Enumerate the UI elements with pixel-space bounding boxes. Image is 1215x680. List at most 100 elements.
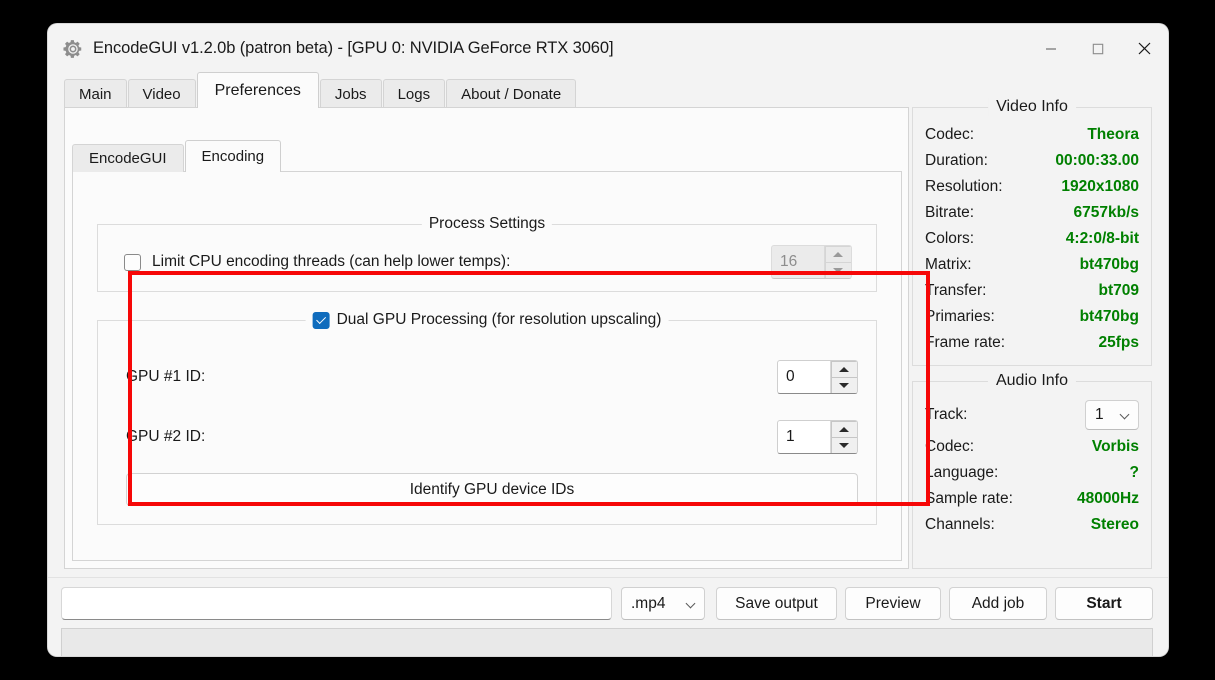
sub-tab-bar: EncodeGUI Encoding	[72, 140, 282, 172]
gpu1-id-arrows	[830, 361, 857, 393]
maximize-icon	[1092, 43, 1103, 54]
gpu2-id-value: 1	[786, 428, 795, 445]
chevron-down-icon	[687, 599, 697, 609]
table-row: Duration: 00:00:33.00	[925, 148, 1139, 174]
chevron-down-icon	[839, 442, 849, 448]
output-path-input[interactable]	[61, 587, 612, 620]
identify-gpu-button[interactable]: Identify GPU device IDs	[126, 473, 858, 506]
application-window: EncodeGUI v1.2.0b (patron beta) - [GPU 0…	[48, 24, 1168, 656]
tab-jobs[interactable]: Jobs	[319, 79, 382, 108]
chevron-down-icon	[839, 382, 849, 388]
audio-track-value: 1	[1095, 406, 1104, 423]
video-info-table: Codec: Theora Duration: 00:00:33.00 Reso…	[925, 122, 1139, 356]
video-transfer-label: Transfer:	[925, 282, 987, 299]
chevron-down-icon	[1121, 410, 1131, 420]
status-bar	[61, 628, 1153, 656]
table-row: Codec: Vorbis	[925, 434, 1139, 460]
table-row: Sample rate: 48000Hz	[925, 486, 1139, 512]
minimize-icon	[1045, 47, 1056, 50]
save-output-button[interactable]: Save output	[716, 587, 837, 620]
gpu2-id-arrows	[830, 421, 857, 453]
subtab-encoding[interactable]: Encoding	[184, 140, 282, 172]
start-button[interactable]: Start	[1055, 587, 1153, 620]
video-bitrate-value: 6757kb/s	[1073, 204, 1140, 221]
audio-language-label: Language:	[925, 464, 999, 481]
audio-samplerate-label: Sample rate:	[925, 490, 1013, 507]
video-info-panel: Video Info Codec: Theora Duration: 00:00…	[912, 98, 1152, 366]
video-matrix-value: bt470bg	[1079, 256, 1139, 273]
preferences-tab-panel: EncodeGUI Encoding Process Settings Limi…	[64, 107, 909, 569]
video-bitrate-label: Bitrate:	[925, 204, 975, 221]
audio-track-select[interactable]: 1	[1085, 400, 1139, 430]
audio-samplerate-value: 48000Hz	[1076, 490, 1139, 507]
gpu1-id-increment[interactable]	[830, 361, 857, 378]
preview-button[interactable]: Preview	[845, 587, 941, 620]
maximize-button[interactable]	[1074, 24, 1121, 73]
table-row: Language: ?	[925, 460, 1139, 486]
gpu1-label: GPU #1 ID:	[126, 368, 206, 385]
audio-info-legend: Audio Info	[987, 372, 1077, 390]
audio-track-row: Track: 1	[925, 396, 1139, 434]
main-tab-bar: Main Video Preferences Jobs Logs About /…	[64, 72, 577, 108]
limit-threads-label: Limit CPU encoding threads (can help low…	[152, 253, 511, 270]
table-row: Matrix: bt470bg	[925, 252, 1139, 278]
table-row: Colors: 4:2:0/8-bit	[925, 226, 1139, 252]
video-resolution-label: Resolution:	[925, 178, 1003, 195]
table-row: Frame rate: 25fps	[925, 330, 1139, 356]
audio-info-panel: Audio Info Track: 1 Codec: Vorbis Langua…	[912, 372, 1152, 569]
dual-gpu-checkbox[interactable]	[312, 311, 330, 329]
gpu1-id-value: 0	[786, 368, 795, 385]
video-colors-value: 4:2:0/8-bit	[1065, 230, 1139, 247]
gpu2-row: GPU #2 ID: 1	[126, 420, 858, 454]
gpu2-id-decrement[interactable]	[830, 436, 857, 453]
thread-count-increment[interactable]	[824, 246, 851, 263]
gpu1-row: GPU #1 ID: 0	[126, 360, 858, 394]
audio-channels-label: Channels:	[925, 516, 995, 533]
thread-count-decrement[interactable]	[824, 261, 851, 278]
tab-about-donate[interactable]: About / Donate	[446, 79, 577, 108]
thread-count-stepper[interactable]: 16	[771, 245, 852, 279]
table-row: Transfer: bt709	[925, 278, 1139, 304]
limit-threads-checkbox[interactable]	[124, 253, 141, 271]
tab-main[interactable]: Main	[64, 79, 127, 108]
output-format-value: .mp4	[631, 594, 666, 612]
window-title: EncodeGUI v1.2.0b (patron beta) - [GPU 0…	[93, 39, 614, 57]
thread-count-arrows	[824, 246, 851, 278]
video-resolution-value: 1920x1080	[1061, 178, 1139, 195]
gpu1-id-stepper[interactable]: 0	[777, 360, 858, 394]
table-row: Bitrate: 6757kb/s	[925, 200, 1139, 226]
dual-gpu-group: Dual GPU Processing (for resolution upsc…	[97, 311, 877, 525]
bottom-toolbar: .mp4 Save output Preview Add job Start	[48, 577, 1168, 656]
tab-video[interactable]: Video	[127, 79, 196, 108]
dual-gpu-legend-label: Dual GPU Processing (for resolution upsc…	[336, 311, 662, 328]
gpu2-id-stepper[interactable]: 1	[777, 420, 858, 454]
chevron-down-icon	[833, 267, 843, 273]
gear-icon	[63, 39, 82, 58]
audio-track-label: Track:	[925, 406, 968, 423]
thread-count-value: 16	[780, 253, 798, 270]
dual-gpu-legend: Dual GPU Processing (for resolution upsc…	[305, 311, 669, 329]
video-primaries-value: bt470bg	[1079, 308, 1139, 325]
video-colors-label: Colors:	[925, 230, 975, 247]
audio-codec-label: Codec:	[925, 438, 975, 455]
video-duration-value: 00:00:33.00	[1055, 152, 1139, 169]
gpu2-label: GPU #2 ID:	[126, 428, 206, 445]
tab-logs[interactable]: Logs	[382, 79, 446, 108]
minimize-button[interactable]	[1027, 24, 1074, 73]
video-primaries-label: Primaries:	[925, 308, 995, 325]
limit-threads-row: Limit CPU encoding threads (can help low…	[124, 245, 852, 279]
video-duration-label: Duration:	[925, 152, 988, 169]
subtab-encodegui[interactable]: EncodeGUI	[72, 144, 184, 172]
tab-preferences[interactable]: Preferences	[196, 72, 319, 108]
video-codec-value: Theora	[1087, 126, 1139, 143]
add-job-button[interactable]: Add job	[949, 587, 1047, 620]
video-codec-label: Codec:	[925, 126, 975, 143]
process-settings-group: Process Settings Limit CPU encoding thre…	[97, 215, 877, 292]
table-row: Resolution: 1920x1080	[925, 174, 1139, 200]
audio-info-table: Track: 1 Codec: Vorbis Language: ? Sampl…	[925, 396, 1139, 538]
gpu1-id-decrement[interactable]	[830, 376, 857, 393]
close-button[interactable]	[1121, 24, 1168, 73]
output-format-select[interactable]: .mp4	[621, 587, 705, 620]
dual-gpu-region: Dual GPU Processing (for resolution upsc…	[87, 310, 887, 535]
gpu2-id-increment[interactable]	[830, 421, 857, 438]
